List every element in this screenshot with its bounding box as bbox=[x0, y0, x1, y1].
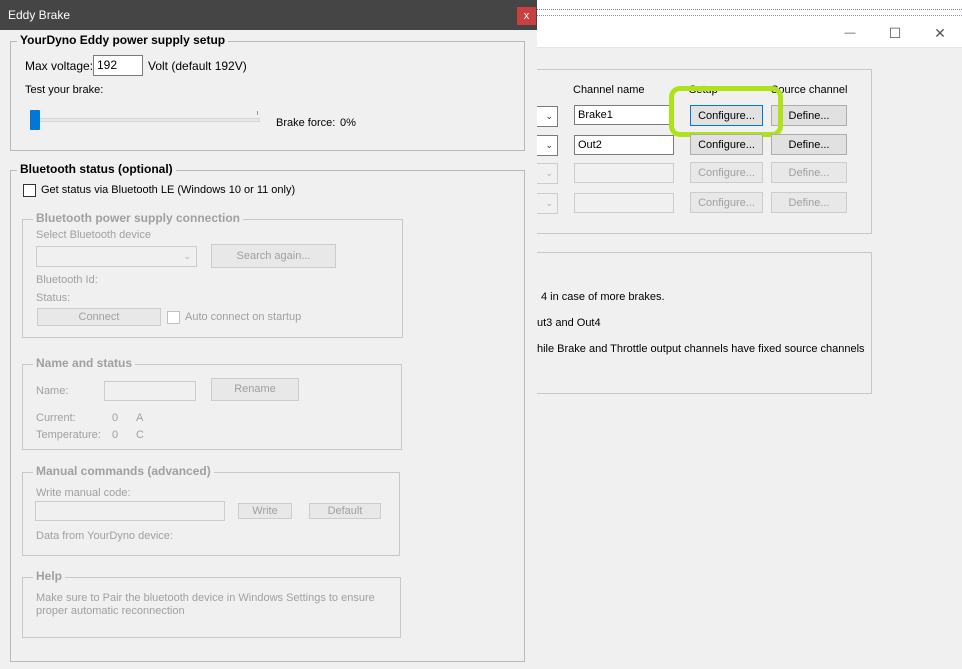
minimize-button[interactable]: — bbox=[827, 18, 873, 48]
bt-connection-title: Bluetooth power supply connection bbox=[33, 211, 243, 225]
auto-connect-checkbox bbox=[167, 311, 180, 324]
configure-button[interactable]: Configure... bbox=[690, 134, 763, 155]
current-value: 0 bbox=[112, 412, 119, 424]
window-close-button[interactable]: ✕ bbox=[917, 18, 962, 48]
power-setup-group bbox=[10, 41, 525, 151]
bluetooth-le-checkbox[interactable] bbox=[23, 184, 36, 197]
chevron-down-icon: ⌄ bbox=[545, 198, 553, 208]
dialog-title: Eddy Brake bbox=[8, 8, 71, 22]
maximize-button[interactable]: ☐ bbox=[872, 18, 918, 48]
write-button: Write bbox=[238, 503, 292, 519]
channel-name-input bbox=[574, 193, 674, 213]
help-text: Make sure to Pair the bluetooth device i… bbox=[36, 592, 375, 617]
slider-tick bbox=[257, 111, 258, 115]
auto-connect-label: Auto connect on startup bbox=[185, 311, 302, 323]
bluetooth-device-dropdown: ⌄ bbox=[36, 246, 197, 267]
data-from-device-label: Data from YourDyno device: bbox=[36, 530, 173, 542]
name-status-title: Name and status bbox=[33, 356, 136, 370]
channel-name-input[interactable]: Brake1 bbox=[574, 105, 674, 125]
brake-force-value: 0% bbox=[340, 117, 356, 129]
chevron-down-icon: ⌄ bbox=[545, 168, 553, 178]
configure-button: Configure... bbox=[690, 192, 763, 213]
background-ruler-line bbox=[537, 15, 962, 16]
temperature-label: Temperature: bbox=[36, 429, 101, 441]
info-line: 4 in case of more brakes. bbox=[541, 291, 665, 303]
max-voltage-label: Max voltage: bbox=[25, 59, 94, 73]
channel-name-header: Channel name bbox=[573, 84, 645, 96]
brake-slider-track[interactable] bbox=[30, 118, 260, 122]
dialog-titlebar: Eddy Brake bbox=[0, 0, 537, 30]
chevron-down-icon: ⌄ bbox=[545, 140, 553, 150]
temperature-unit: C bbox=[136, 429, 144, 441]
bluetooth-status-title: Bluetooth status (optional) bbox=[17, 162, 176, 176]
test-brake-label: Test your brake: bbox=[25, 84, 104, 96]
channel-name-input bbox=[574, 163, 674, 183]
volt-note: Volt (default 192V) bbox=[148, 59, 247, 73]
device-name-input bbox=[104, 381, 196, 401]
channel-name-input[interactable]: Out2 bbox=[574, 135, 674, 155]
manual-code-input bbox=[35, 501, 225, 521]
bluetooth-id-label: Bluetooth Id: bbox=[36, 274, 98, 286]
maximize-icon: ☐ bbox=[888, 24, 902, 41]
name-label: Name: bbox=[36, 385, 69, 397]
write-code-label: Write manual code: bbox=[36, 487, 131, 499]
temperature-value: 0 bbox=[112, 429, 119, 441]
define-button[interactable]: Define... bbox=[771, 134, 847, 155]
dialog-close-button[interactable]: x bbox=[517, 7, 536, 25]
current-unit: A bbox=[136, 412, 144, 424]
minimize-icon: — bbox=[844, 27, 856, 39]
close-icon: ✕ bbox=[934, 24, 946, 41]
info-line: hile Brake and Throttle output channels … bbox=[537, 343, 865, 355]
current-label: Current: bbox=[36, 412, 76, 424]
chevron-down-icon: ⌄ bbox=[545, 111, 553, 121]
select-device-label: Select Bluetooth device bbox=[36, 229, 151, 241]
brake-slider-thumb[interactable] bbox=[30, 110, 40, 130]
power-setup-title: YourDyno Eddy power supply setup bbox=[17, 33, 229, 47]
help-title: Help bbox=[33, 569, 66, 583]
highlight-marker bbox=[669, 86, 783, 137]
define-button: Define... bbox=[771, 192, 847, 213]
background-ruler-line bbox=[537, 9, 962, 10]
info-line: ut3 and Out4 bbox=[537, 317, 601, 329]
configure-button: Configure... bbox=[690, 162, 763, 183]
default-button: Default bbox=[309, 503, 381, 519]
define-button: Define... bbox=[771, 162, 847, 183]
search-again-button: Search again... bbox=[211, 244, 336, 268]
bluetooth-le-label: Get status via Bluetooth LE (Windows 10 … bbox=[41, 184, 296, 196]
brake-force-label: Brake force: bbox=[276, 117, 336, 129]
max-voltage-input[interactable]: 192 bbox=[93, 55, 143, 76]
rename-button: Rename bbox=[211, 378, 299, 401]
chevron-down-icon: ⌄ bbox=[183, 251, 191, 261]
manual-commands-title: Manual commands (advanced) bbox=[33, 464, 214, 478]
bt-status-label: Status: bbox=[36, 292, 71, 304]
connect-button: Connect bbox=[37, 308, 161, 326]
